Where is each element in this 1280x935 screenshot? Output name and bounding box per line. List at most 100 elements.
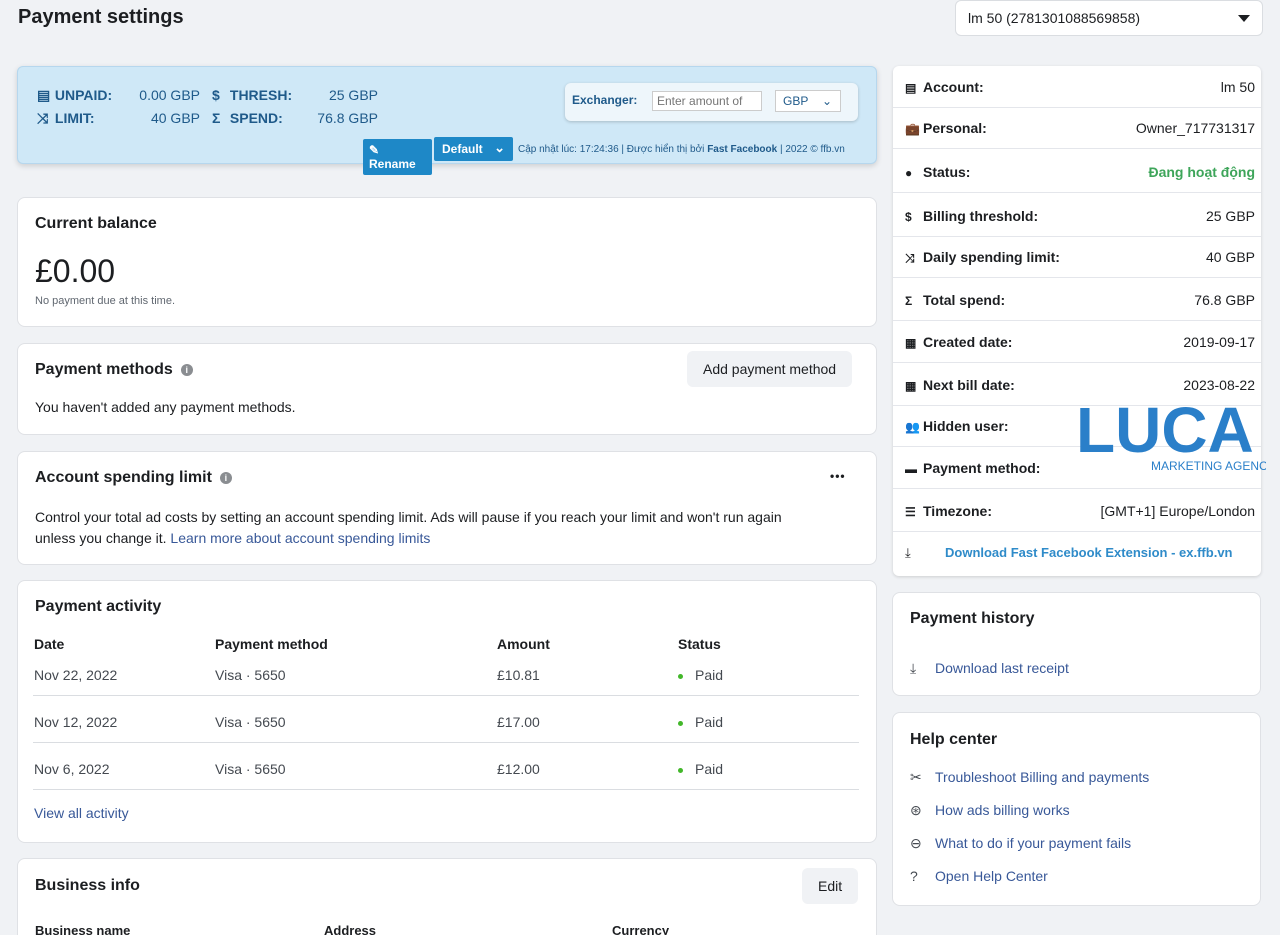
info-row-daily-limit: ⤨ Daily spending limit: 40 GBP: [893, 236, 1261, 278]
account-info-panel: ▤ Account: lm 50 💼 Personal: Owner_7177313…: [893, 66, 1261, 576]
row-status: Paid: [678, 667, 723, 683]
info-value: 25 GBP: [1205, 208, 1255, 224]
luca-logo-text: LUCA: [1076, 396, 1254, 466]
credit-card-icon: ▬: [905, 462, 917, 476]
help-center-title: Help center: [910, 731, 998, 748]
column-header-address: Address: [324, 923, 377, 935]
info-value: 2023-08-22: [1183, 377, 1255, 393]
update-prefix: Cập nhật lúc: 17:24:36 | Được hiển thị b…: [518, 144, 708, 155]
caret-down-icon: [1238, 15, 1250, 22]
info-row-total-spend: Σ Total spend: 76.8 GBP: [893, 279, 1261, 321]
more-options-icon[interactable]: •••: [830, 469, 846, 483]
spending-limit-card: Account spending limit i ••• Control your…: [17, 451, 877, 565]
info-row-billing-threshold: $ Billing threshold: 25 GBP: [893, 195, 1261, 237]
business-info-card: Business info Edit Business name Address…: [17, 858, 877, 935]
default-dropdown[interactable]: Default ⌄: [434, 137, 513, 161]
row-amount: £10.81: [497, 667, 540, 683]
spending-limit-desc: Control your total ad costs by setting a…: [35, 509, 782, 525]
info-row-created-date: ▦ Created date: 2019-09-17: [893, 321, 1261, 363]
limit-value: 40 GBP: [150, 110, 200, 126]
column-header-date: Date: [34, 636, 65, 652]
info-key: ▤ Account:: [905, 79, 984, 95]
info-value: 76.8 GBP: [1194, 292, 1255, 308]
limit-stat: ⤨ LIMIT:: [37, 110, 95, 127]
download-receipt-link[interactable]: ⤓ Download last receipt: [910, 660, 1069, 677]
default-label: Default: [442, 142, 483, 156]
row-method: Visa · 5650: [215, 761, 286, 777]
row-divider: [33, 742, 859, 743]
thresh-value: 25 GBP: [328, 87, 378, 103]
payment-history-card: Payment history ⤓ Download last receipt: [892, 592, 1261, 696]
info-key: ▦ Next bill date:: [905, 377, 1015, 393]
payment-methods-title: Payment methods i: [35, 361, 193, 379]
spending-limit-desc2: unless you change it.: [35, 530, 171, 546]
balance-note: No payment due at this time.: [35, 295, 176, 307]
page-title: Payment settings: [18, 6, 184, 28]
thresh-stat: $ THRESH:: [212, 87, 292, 103]
help-link-open-help-center[interactable]: ? Open Help Center: [910, 868, 1048, 884]
row-date: Nov 6, 2022: [34, 761, 110, 777]
view-all-activity-link[interactable]: View all activity: [34, 805, 129, 821]
info-icon[interactable]: i: [180, 363, 193, 376]
payment-activity-card: Payment activity: [17, 580, 877, 843]
spend-stat: Σ SPEND:: [212, 110, 283, 126]
edit-icon: ✎: [369, 143, 380, 157]
account-selector-value: lm 50 (2781301088569858): [968, 10, 1141, 26]
divider: [893, 362, 1261, 363]
account-selector[interactable]: lm 50 (2781301088569858): [955, 0, 1263, 36]
info-key: 👥 Hidden user:: [905, 418, 1009, 434]
chevron-down-icon: ⌄: [494, 140, 505, 155]
help-center-card: Help center ✂ Troubleshoot Billing and pa…: [892, 712, 1261, 906]
row-amount: £12.00: [497, 761, 540, 777]
info-icon[interactable]: i: [219, 471, 232, 484]
info-key: ⤨ Daily spending limit:: [905, 249, 1060, 265]
download-icon: ⤓: [905, 545, 911, 560]
row-amount: £17.00: [497, 714, 540, 730]
status-dot-icon: [678, 720, 683, 726]
download-extension-link[interactable]: Download Fast Facebook Extension - ex.ff…: [945, 545, 1233, 560]
file-dollar-icon: $: [905, 210, 912, 224]
help-link-billing-works[interactable]: ⊛ How ads billing works: [910, 802, 1070, 819]
currency-value: GBP: [783, 94, 809, 108]
payment-methods-empty: You haven't added any payment methods.: [35, 399, 296, 415]
info-key: ☰ Timezone:: [905, 503, 992, 519]
rename-button[interactable]: ✎ Rename: [363, 139, 432, 175]
payment-history-title: Payment history: [910, 610, 1035, 627]
add-payment-method-button[interactable]: Add payment method: [687, 351, 853, 387]
row-status-text: Paid: [695, 667, 724, 683]
unpaid-value: 0.00 GBP: [139, 87, 200, 103]
info-value: Owner_717731317: [1135, 120, 1255, 136]
row-divider: [33, 789, 859, 790]
payment-methods-title-text: Payment methods: [35, 361, 173, 378]
edit-business-info-button[interactable]: Edit: [802, 868, 859, 904]
unpaid-stat: ▤ UNPAID:: [37, 87, 112, 104]
minus-circle-icon: ⊖: [910, 835, 922, 851]
payment-activity-title: Payment activity: [35, 598, 162, 615]
sigma-icon: Σ: [212, 110, 221, 126]
help-link-troubleshoot[interactable]: ✂ Troubleshoot Billing and payments: [910, 769, 1149, 786]
luca-logo-tagline: MARKETING AGENCY: [1151, 459, 1266, 473]
list-icon: ☰: [905, 505, 916, 519]
update-brand: Fast Facebook: [707, 144, 778, 155]
document-icon: ▤: [905, 81, 917, 95]
divider: [893, 148, 1261, 149]
thresh-label: THRESH:: [229, 87, 293, 103]
question-circle-icon: ?: [910, 868, 918, 884]
info-row-personal: 💼 Personal: Owner_717731317: [893, 107, 1261, 149]
row-method: Visa · 5650: [215, 714, 286, 730]
status-dot-icon: [678, 767, 683, 773]
balance-amount: £0.00: [35, 253, 116, 289]
exchanger-amount-input[interactable]: [652, 91, 762, 111]
column-header-amount: Amount: [497, 636, 550, 652]
info-key: ▦ Created date:: [905, 334, 1013, 350]
spending-limit-title: Account spending limit i: [35, 469, 232, 487]
exchanger-label: Exchanger:: [572, 93, 638, 107]
divider: [893, 192, 1261, 193]
spending-limit-learn-more-link[interactable]: Learn more about account spending limits: [170, 530, 430, 546]
divider: [893, 277, 1261, 278]
help-link-payment-fails[interactable]: ⊖ What to do if your payment fails: [910, 835, 1131, 852]
current-balance-title: Current balance: [35, 215, 157, 232]
status-dot-icon: [678, 673, 683, 679]
currency-select[interactable]: GBP ⌄: [775, 90, 841, 112]
sigma-icon: Σ: [905, 294, 913, 308]
